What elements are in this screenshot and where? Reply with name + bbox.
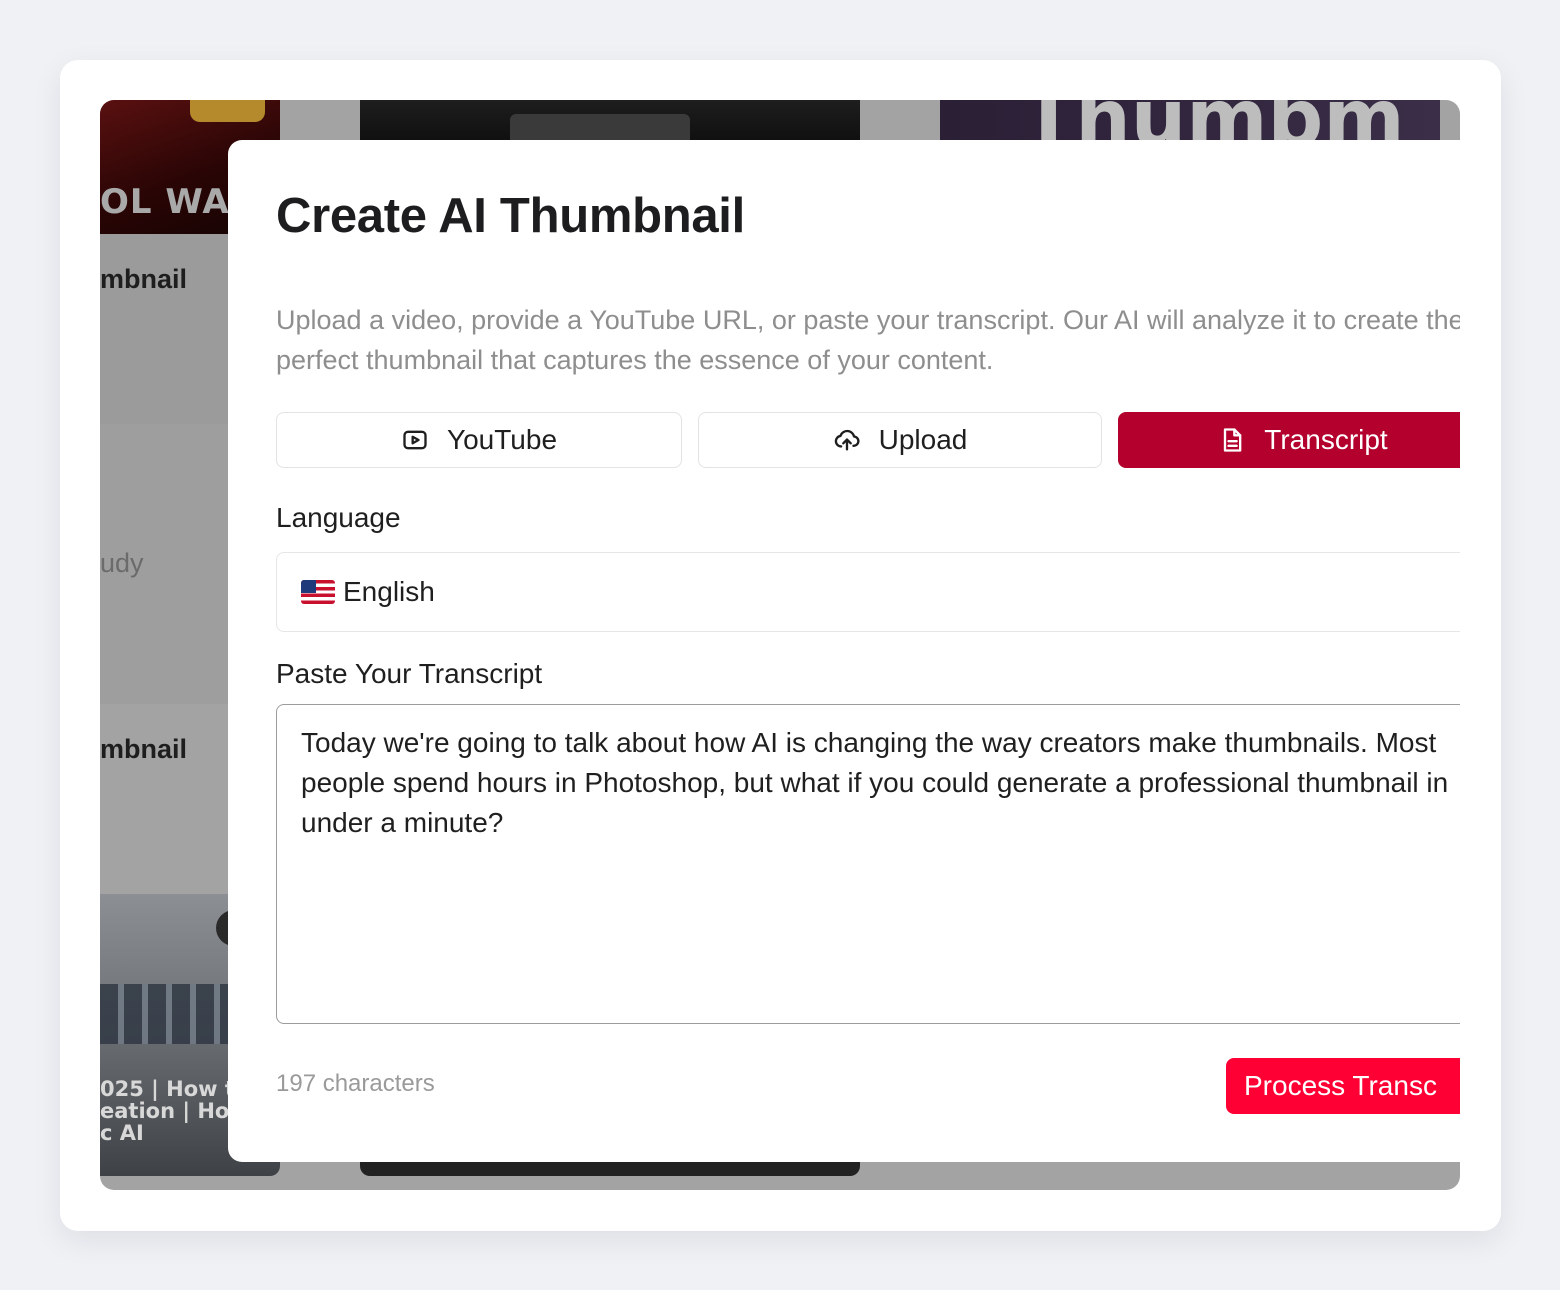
character-count: 197 characters [276, 1070, 435, 1097]
bg-card-title: mbnail [100, 264, 188, 294]
bg-card-muted-text: udy [100, 548, 144, 578]
laptop-graphic [510, 114, 690, 140]
transcript-label: Paste Your Transcript [276, 658, 543, 689]
document-icon [1224, 428, 1242, 452]
cloud-upload-icon [834, 429, 860, 451]
tab-upload[interactable]: Upload [698, 412, 1102, 468]
language-label: Language [276, 502, 401, 533]
transcript-text: Today we're going to talk about how AI i… [301, 727, 1449, 838]
tab-youtube[interactable]: YouTube [276, 412, 682, 468]
app-frame: OL WAR mbnail udy mbnail 025 | How t eat… [100, 100, 1460, 1190]
language-select[interactable]: English [276, 552, 1460, 632]
modal-description: Upload a video, provide a YouTube URL, o… [276, 305, 1460, 375]
play-box-icon [403, 430, 427, 450]
bg-caption-line: 025 | How t [100, 1077, 235, 1101]
bg-thumbnail-bottom [360, 1160, 860, 1176]
create-thumbnail-modal: Create AI Thumbnail Upload a video, prov… [228, 140, 1460, 1162]
modal-title: Create AI Thumbnail [276, 189, 745, 243]
bg-card-title: mbnail [100, 734, 188, 764]
process-transcript-button[interactable]: Process Transc [1226, 1058, 1460, 1114]
bg-thumbnail-right: Thumbm [940, 100, 1440, 164]
tab-transcript[interactable]: Transcript [1118, 412, 1460, 468]
tab-youtube-label: YouTube [446, 424, 558, 455]
transcript-textarea[interactable]: Today we're going to talk about how AI i… [276, 704, 1460, 1024]
us-flag-icon [301, 580, 335, 604]
tab-transcript-label: Transcript [1264, 424, 1388, 455]
language-selected-value: English [343, 576, 435, 607]
bg-caption-line: c AI [100, 1121, 144, 1145]
coin-graphic [190, 100, 265, 122]
tab-upload-label: Upload [878, 424, 968, 455]
bg-caption-line: eation | Ho [100, 1099, 230, 1123]
bg-thumbnail-laptop [360, 100, 860, 140]
bg-thumbnail-caption: 025 | How t eation | Ho c AI [100, 1078, 235, 1144]
